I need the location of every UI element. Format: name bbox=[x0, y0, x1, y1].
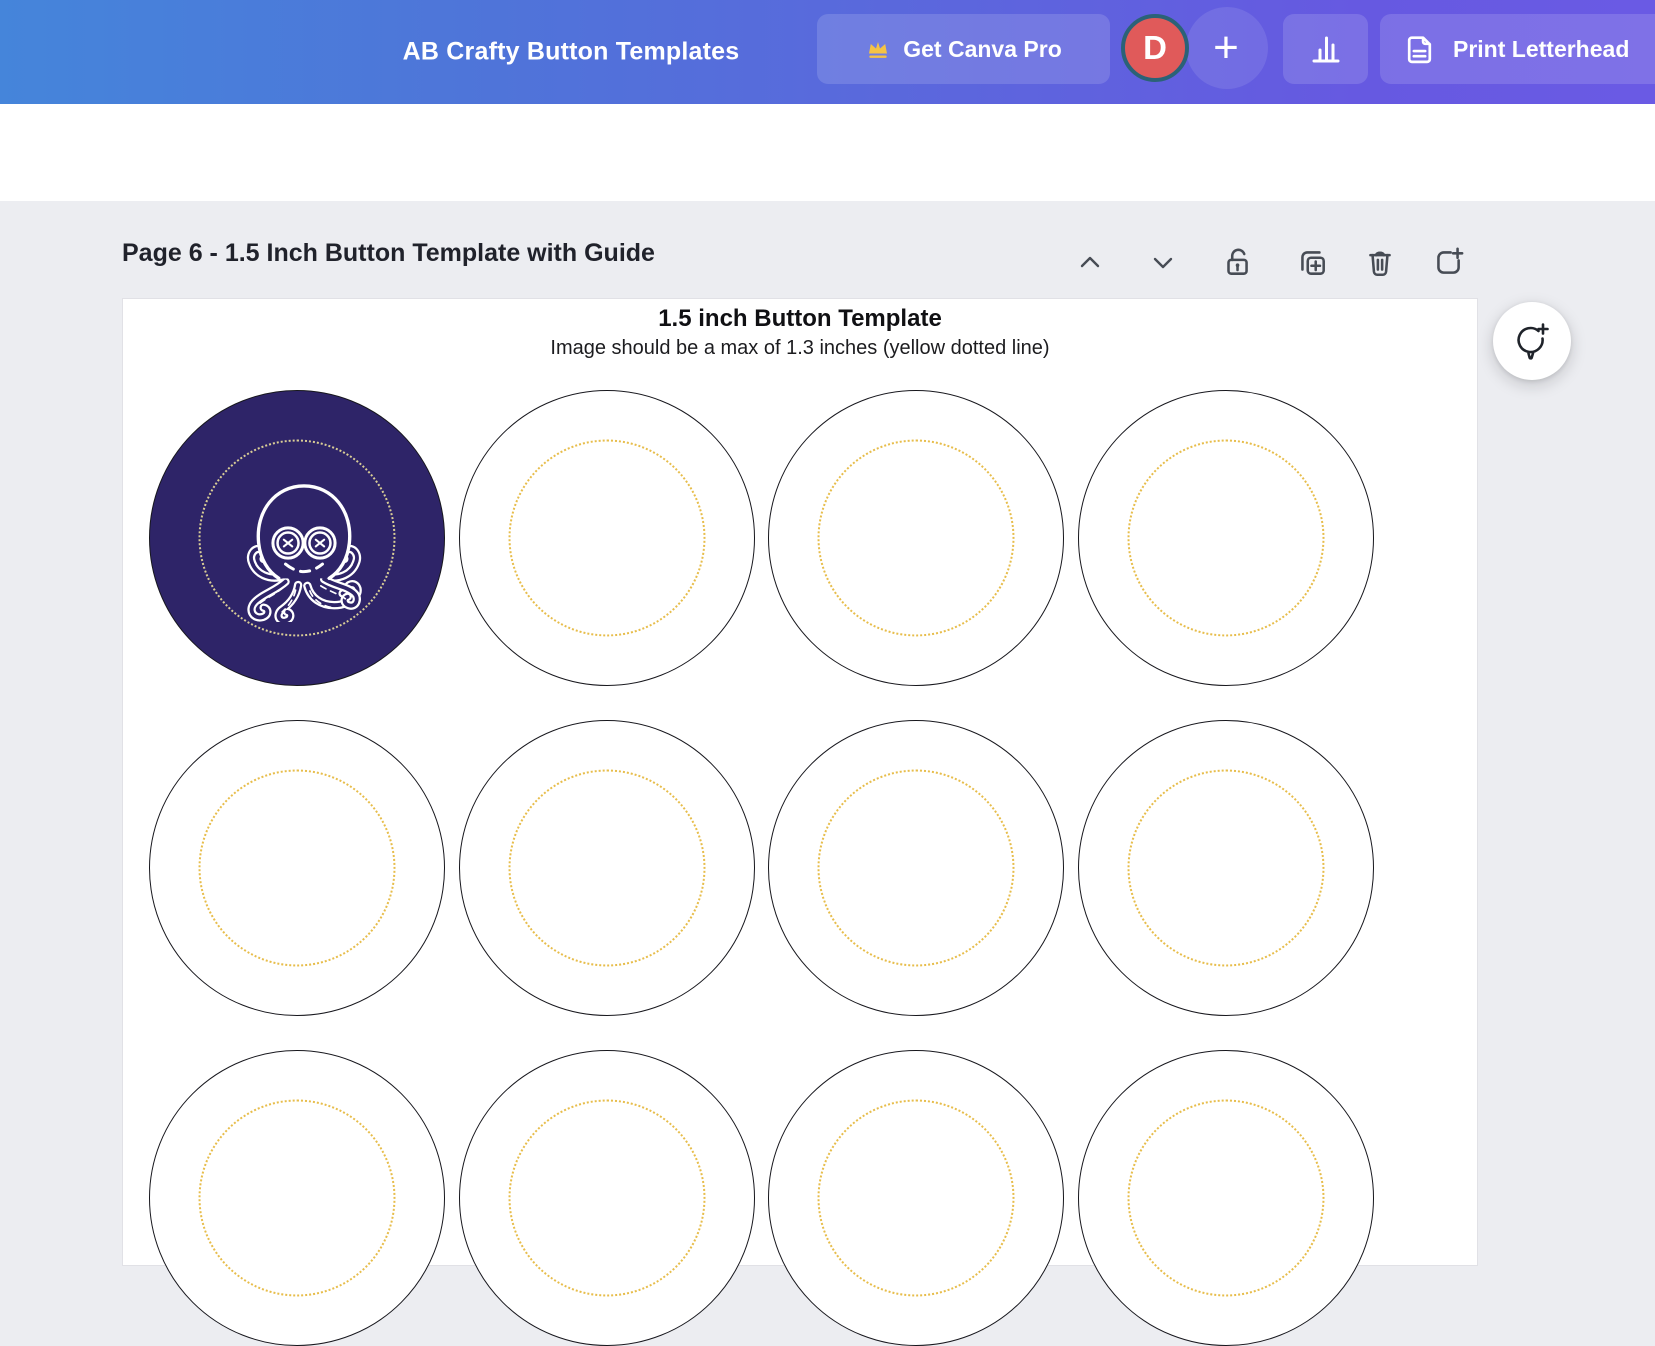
unlocked-padlock-icon bbox=[1220, 245, 1254, 279]
get-canva-pro-label: Get Canva Pro bbox=[903, 35, 1062, 62]
editor-top-bar: AB Crafty Button Templates Get Canva Pro… bbox=[0, 0, 1655, 104]
max-image-guide-circle bbox=[1127, 439, 1325, 637]
plush-octopus-illustration bbox=[246, 484, 362, 622]
trash-icon bbox=[1363, 245, 1397, 279]
button-circle-empty[interactable] bbox=[768, 720, 1064, 1016]
button-circle-empty[interactable] bbox=[459, 1050, 755, 1346]
button-circle-empty[interactable] bbox=[1078, 390, 1374, 686]
chevron-up-icon bbox=[1074, 246, 1106, 278]
delete-page-button[interactable] bbox=[1362, 244, 1398, 280]
button-circle-empty[interactable] bbox=[459, 390, 755, 686]
chevron-down-icon bbox=[1147, 246, 1179, 278]
button-circle-empty[interactable] bbox=[149, 1050, 445, 1346]
button-circle-empty[interactable] bbox=[768, 390, 1064, 686]
duplicate-page-button[interactable] bbox=[1294, 244, 1330, 280]
duplicate-plus-icon bbox=[1295, 245, 1329, 279]
max-image-guide-circle bbox=[508, 439, 706, 637]
insights-button[interactable] bbox=[1283, 14, 1368, 84]
add-member-plus-icon[interactable]: + bbox=[1213, 26, 1239, 70]
max-image-guide-circle bbox=[508, 1099, 706, 1297]
avatar-initial: D bbox=[1143, 29, 1167, 66]
canvas-page[interactable]: 1.5 inch Button Template Image should be… bbox=[123, 299, 1477, 1346]
max-image-guide-circle bbox=[1127, 769, 1325, 967]
move-page-up-button[interactable] bbox=[1072, 244, 1108, 280]
print-letterhead-button[interactable]: Print Letterhead bbox=[1380, 14, 1655, 84]
comment-plus-icon bbox=[1512, 321, 1552, 361]
print-letterhead-label: Print Letterhead bbox=[1453, 35, 1630, 62]
button-circle-empty[interactable] bbox=[459, 720, 755, 1016]
button-circle-empty[interactable] bbox=[149, 720, 445, 1016]
button-circle-filled[interactable] bbox=[149, 390, 445, 686]
max-image-guide-circle bbox=[817, 1099, 1015, 1297]
button-circle-empty[interactable] bbox=[1078, 1050, 1374, 1346]
page-title[interactable]: Page 6 - 1.5 Inch Button Template with G… bbox=[122, 239, 655, 268]
max-image-guide-circle bbox=[508, 769, 706, 967]
canvas-subtitle-text[interactable]: Image should be a max of 1.3 inches (yel… bbox=[123, 337, 1477, 360]
max-image-guide-circle bbox=[817, 439, 1015, 637]
crown-icon bbox=[865, 36, 891, 62]
button-circle-empty[interactable] bbox=[1078, 720, 1374, 1016]
add-comment-fab[interactable] bbox=[1493, 302, 1571, 380]
toolbar-strip bbox=[0, 104, 1655, 201]
bar-chart-icon bbox=[1308, 31, 1344, 67]
canvas-title-text[interactable]: 1.5 inch Button Template bbox=[123, 305, 1477, 333]
add-page-button[interactable] bbox=[1430, 244, 1466, 280]
button-circle-empty[interactable] bbox=[768, 1050, 1064, 1346]
move-page-down-button[interactable] bbox=[1145, 244, 1181, 280]
avatar[interactable]: D bbox=[1121, 14, 1189, 82]
document-icon bbox=[1402, 32, 1437, 67]
lock-page-button[interactable] bbox=[1219, 244, 1255, 280]
get-canva-pro-button[interactable]: Get Canva Pro bbox=[817, 14, 1110, 84]
max-image-guide-circle bbox=[1127, 1099, 1325, 1297]
max-image-guide-circle bbox=[198, 1099, 396, 1297]
max-image-guide-circle bbox=[817, 769, 1015, 967]
design-title[interactable]: AB Crafty Button Templates bbox=[403, 38, 740, 67]
max-image-guide-circle bbox=[198, 769, 396, 967]
add-page-icon bbox=[1431, 245, 1465, 279]
